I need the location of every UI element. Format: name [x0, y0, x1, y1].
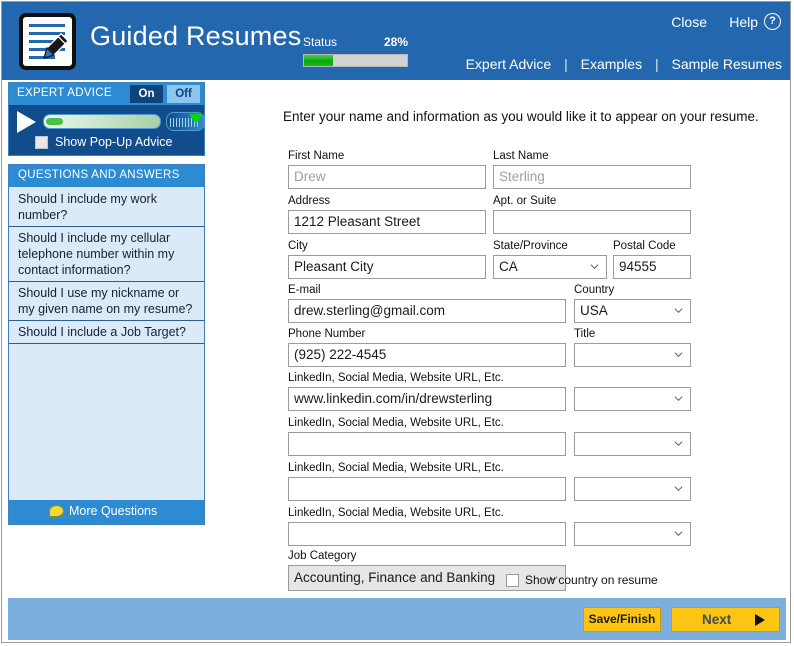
show-popup-advice-row[interactable]: Show Pop-Up Advice [35, 135, 172, 149]
apt-or-suite-input[interactable] [493, 210, 691, 234]
title-label: Title [574, 328, 595, 340]
application-window: Guided Resumes Status 28% Close Help ? E… [1, 1, 791, 643]
url-4-label: LinkedIn, Social Media, Website URL, Etc… [288, 507, 504, 519]
postal-code-label: Postal Code [613, 240, 676, 252]
url-2-label: LinkedIn, Social Media, Website URL, Etc… [288, 417, 504, 429]
nav-item-sample-resumes[interactable]: Sample Resumes [672, 56, 783, 72]
close-button[interactable]: Close [671, 14, 707, 30]
volume-slider[interactable] [166, 112, 205, 131]
postal-code-input[interactable]: 94555 [613, 255, 691, 279]
address-input[interactable]: 1212 Pleasant Street [288, 210, 486, 234]
footer-bar: Save/Finish Next [8, 598, 786, 640]
url-1-type-select[interactable] [574, 387, 691, 411]
progress-fill [304, 55, 333, 66]
nav-separator: | [555, 56, 577, 72]
city-input[interactable]: Pleasant City [288, 255, 486, 279]
nav-item-expert-advice[interactable]: Expert Advice [466, 56, 552, 72]
chevron-down-icon [674, 484, 683, 493]
country-label: Country [574, 284, 614, 296]
url-1-label: LinkedIn, Social Media, Website URL, Etc… [288, 372, 504, 384]
state-province-select[interactable]: CA [493, 255, 607, 279]
progress-track [303, 54, 408, 67]
email-input[interactable]: drew.sterling@gmail.com [288, 299, 566, 323]
speech-bubble-icon [49, 505, 64, 517]
audio-progress-fill [46, 118, 63, 125]
email-label: E-mail [288, 284, 321, 296]
expert-advice-title: EXPERT ADVICE [17, 87, 112, 99]
play-icon[interactable] [17, 111, 36, 133]
list-item[interactable]: Should I use my nickname or my given nam… [9, 282, 204, 321]
chevron-down-icon [674, 306, 683, 315]
url-3-label: LinkedIn, Social Media, Website URL, Etc… [288, 462, 504, 474]
city-label: City [288, 240, 308, 252]
state-province-label: State/Province [493, 240, 568, 252]
show-country-on-resume-label: Show country on resume [525, 573, 658, 587]
sidebar: EXPERT ADVICE On Off Show Pop-Up Advice [8, 82, 205, 525]
list-item[interactable]: Should I include a Job Target? [9, 321, 204, 344]
first-name-label: First Name [288, 150, 344, 162]
main-form: Enter your name and information as you w… [212, 82, 790, 592]
expert-advice-titlebar: EXPERT ADVICE On Off [9, 83, 204, 105]
status-percent: 28% [384, 35, 408, 49]
next-button[interactable]: Next [671, 607, 780, 632]
show-popup-advice-checkbox[interactable] [35, 136, 48, 149]
more-questions-label: More Questions [69, 504, 157, 518]
show-country-on-resume-row[interactable]: Show country on resume [506, 573, 658, 587]
volume-marker-icon [189, 114, 203, 124]
first-name-input[interactable]: Drew [288, 165, 486, 189]
job-category-label: Job Category [288, 550, 356, 562]
chevron-down-icon [674, 350, 683, 359]
questions-titlebar: QUESTIONS AND ANSWERS [9, 165, 204, 187]
url-2-input[interactable] [288, 432, 566, 456]
url-1-input[interactable]: www.linkedin.com/in/drewsterling [288, 387, 566, 411]
questions-list: Should I include my work number? Should … [9, 187, 204, 500]
show-country-on-resume-checkbox[interactable] [506, 574, 519, 587]
expert-advice-panel: EXPERT ADVICE On Off Show Pop-Up Advice [8, 82, 205, 156]
country-select[interactable]: USA [574, 299, 691, 323]
questions-title: QUESTIONS AND ANSWERS [9, 165, 204, 181]
title-select[interactable] [574, 343, 691, 367]
question-mark-icon[interactable]: ? [764, 13, 781, 30]
apt-or-suite-label: Apt. or Suite [493, 195, 556, 207]
nav-separator: | [646, 56, 668, 72]
arrow-right-icon [755, 614, 765, 626]
chevron-down-icon [674, 529, 683, 538]
form-instruction: Enter your name and information as you w… [283, 109, 759, 124]
url-3-input[interactable] [288, 477, 566, 501]
expert-advice-on-toggle[interactable]: On [130, 85, 163, 103]
status-label: Status [303, 35, 337, 49]
list-item[interactable]: Should I include my cellular telephone n… [9, 227, 204, 282]
address-label: Address [288, 195, 330, 207]
expert-advice-player: Show Pop-Up Advice [9, 105, 204, 155]
url-4-type-select[interactable] [574, 522, 691, 546]
phone-number-label: Phone Number [288, 328, 365, 340]
expert-advice-off-toggle[interactable]: Off [167, 85, 200, 103]
more-questions-button[interactable]: More Questions [9, 500, 204, 524]
chevron-down-icon [674, 394, 683, 403]
country-value: USA [580, 303, 608, 318]
chevron-down-icon [674, 439, 683, 448]
document-pencil-icon [19, 13, 76, 70]
url-2-type-select[interactable] [574, 432, 691, 456]
last-name-input[interactable]: Sterling [493, 165, 691, 189]
chevron-down-icon [590, 262, 599, 271]
questions-and-answers-panel: QUESTIONS AND ANSWERS Should I include m… [8, 164, 205, 525]
state-province-value: CA [499, 259, 518, 274]
last-name-label: Last Name [493, 150, 549, 162]
app-header: Guided Resumes Status 28% Close Help ? E… [2, 2, 791, 80]
job-category-value: Accounting, Finance and Banking [294, 570, 495, 585]
audio-progress-slider[interactable] [43, 114, 161, 129]
save-finish-button[interactable]: Save/Finish [583, 607, 661, 632]
nav-item-examples[interactable]: Examples [581, 56, 642, 72]
phone-number-input[interactable]: (925) 222-4545 [288, 343, 566, 367]
url-4-input[interactable] [288, 522, 566, 546]
help-button[interactable]: Help [729, 14, 758, 30]
next-button-label: Next [702, 612, 731, 627]
page-title: Guided Resumes [90, 21, 301, 52]
header-nav: Expert Advice | Examples | Sample Resume… [466, 56, 782, 72]
url-3-type-select[interactable] [574, 477, 691, 501]
show-popup-advice-label: Show Pop-Up Advice [55, 135, 172, 149]
list-item[interactable]: Should I include my work number? [9, 188, 204, 227]
